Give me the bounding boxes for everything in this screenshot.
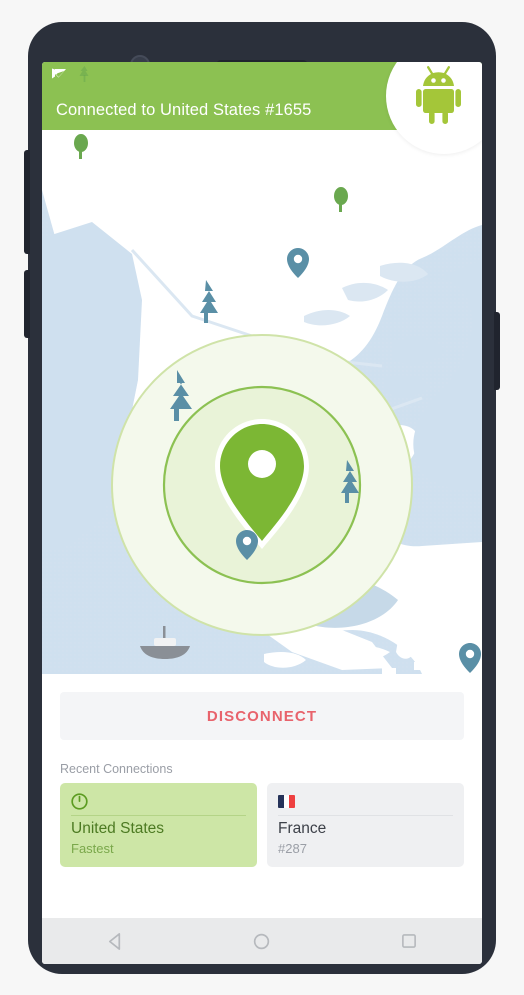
phone-screen: Connected to United States #1655 DISCONN…: [42, 62, 482, 964]
recent-connection-card-france[interactable]: France #287: [267, 783, 464, 867]
volume-down-button[interactable]: [24, 270, 30, 338]
connection-detail: #287: [278, 841, 307, 856]
recents-square-icon[interactable]: [381, 918, 437, 964]
android-robot-icon: [416, 64, 472, 129]
volume-up-button[interactable]: [24, 150, 30, 254]
control-panel: DISCONNECT Recent Connections United Sta…: [42, 674, 482, 918]
card-divider: [278, 814, 453, 816]
page-title: Connected to United States #1655: [56, 100, 312, 119]
card-divider: [71, 814, 246, 816]
map-view[interactable]: [42, 130, 482, 674]
connection-detail: Fastest: [71, 841, 114, 856]
back-triangle-icon[interactable]: [87, 918, 143, 964]
recent-connections-label: Recent Connections: [60, 762, 173, 776]
recent-connection-card-united-states[interactable]: United States Fastest: [60, 783, 257, 867]
recent-connections-list: United States Fastest France #287: [60, 783, 464, 867]
home-circle-icon[interactable]: [234, 918, 290, 964]
app-notification-icon: [52, 67, 67, 85]
phone-frame: Connected to United States #1655 DISCONN…: [24, 22, 500, 974]
france-flag-icon: [278, 792, 453, 812]
disconnect-button[interactable]: DISCONNECT: [60, 692, 464, 740]
power-icon: [71, 792, 246, 812]
connection-country: France: [278, 820, 327, 838]
power-button[interactable]: [494, 312, 500, 390]
connection-country: United States: [71, 820, 165, 838]
android-navigation-bar: [42, 918, 482, 964]
tree-decoration-icon: [79, 65, 90, 87]
